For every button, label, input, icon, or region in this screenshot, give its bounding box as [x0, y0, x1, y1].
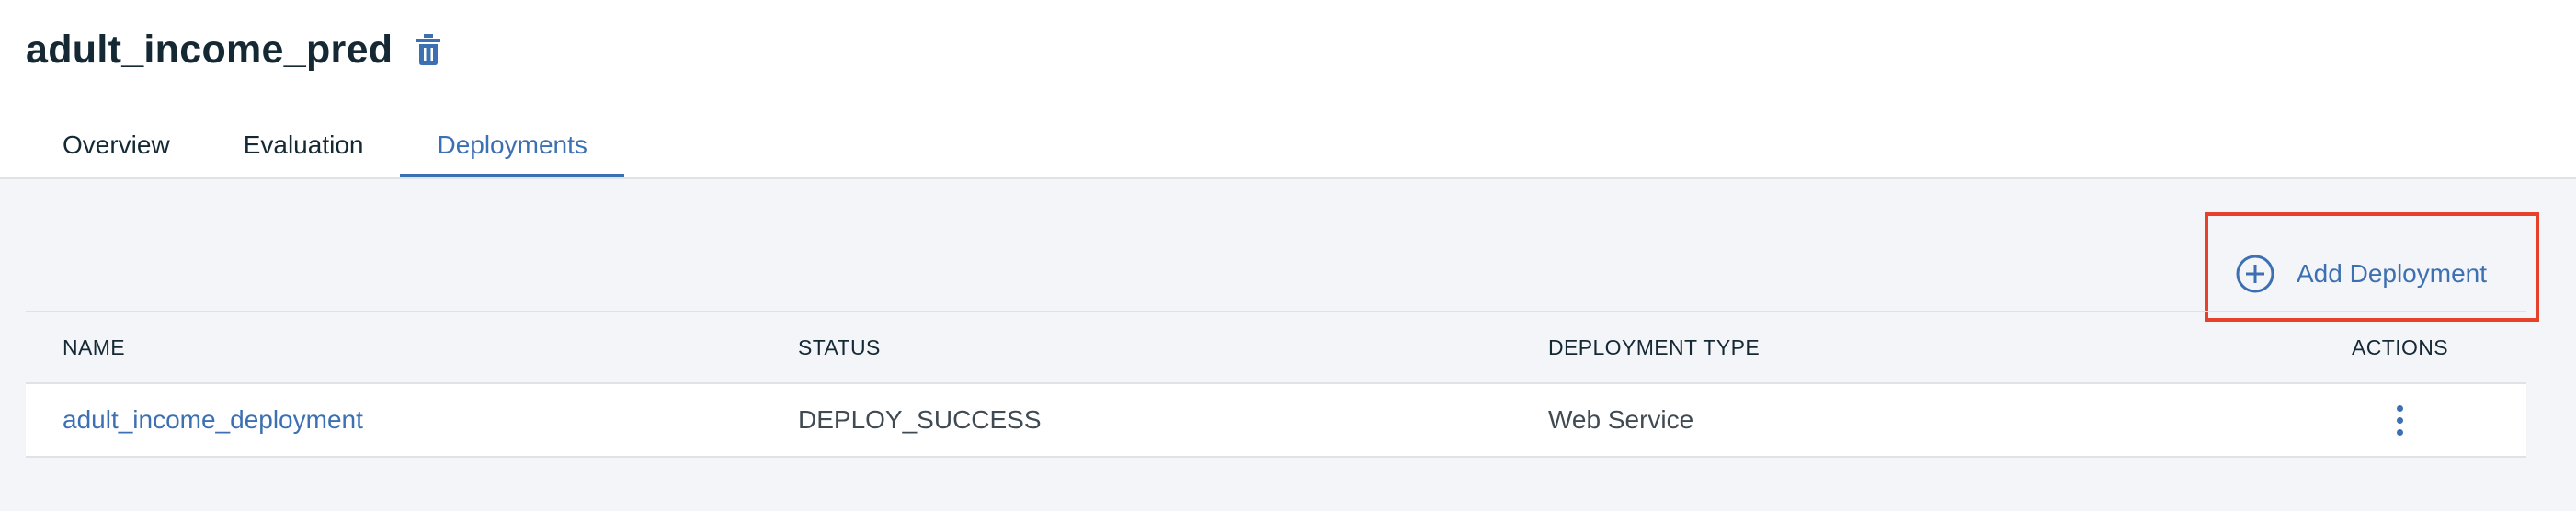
column-header-deployment-type[interactable]: DEPLOYMENT TYPE [1548, 335, 1760, 360]
trash-icon [416, 34, 441, 65]
deployments-panel: Add Deployment NAME STATUS DEPLOYMENT TY… [0, 179, 2576, 511]
tab-label: Overview [63, 131, 170, 159]
add-deployment-label: Add Deployment [2297, 259, 2488, 288]
page-title: adult_income_pred [26, 27, 393, 72]
tab-deployments[interactable]: Deployments [400, 119, 624, 177]
column-header-name[interactable]: NAME [63, 335, 125, 360]
table-row: adult_income_deployment DEPLOY_SUCCESS W… [26, 384, 2526, 458]
menu-dot [2396, 416, 2403, 424]
title-row: adult_income_pred [26, 20, 444, 79]
menu-dot [2396, 428, 2403, 436]
overflow-menu-vertical-icon[interactable] [2388, 397, 2411, 443]
page-header: adult_income_pred Overview Evaluation De… [0, 0, 2576, 179]
tab-evaluation[interactable]: Evaluation [207, 119, 401, 177]
deployments-table: NAME STATUS DEPLOYMENT TYPE ACTIONS adul… [26, 311, 2526, 458]
table-header: NAME STATUS DEPLOYMENT TYPE ACTIONS [26, 311, 2526, 384]
column-header-status[interactable]: STATUS [798, 335, 881, 360]
deployment-status: DEPLOY_SUCCESS [798, 405, 1042, 434]
tab-label: Evaluation [243, 131, 364, 159]
add-deployment-button[interactable]: Add Deployment [2236, 251, 2487, 297]
deployment-type: Web Service [1548, 405, 1694, 434]
column-header-actions: ACTIONS [2352, 335, 2449, 359]
plus-circle-icon [2236, 255, 2274, 293]
delete-button[interactable] [413, 31, 444, 68]
tab-label: Deployments [437, 131, 587, 159]
menu-dot [2396, 404, 2403, 412]
tab-bar: Overview Evaluation Deployments [26, 119, 624, 179]
deployment-name-link[interactable]: adult_income_deployment [63, 405, 363, 435]
tab-overview[interactable]: Overview [26, 119, 207, 177]
